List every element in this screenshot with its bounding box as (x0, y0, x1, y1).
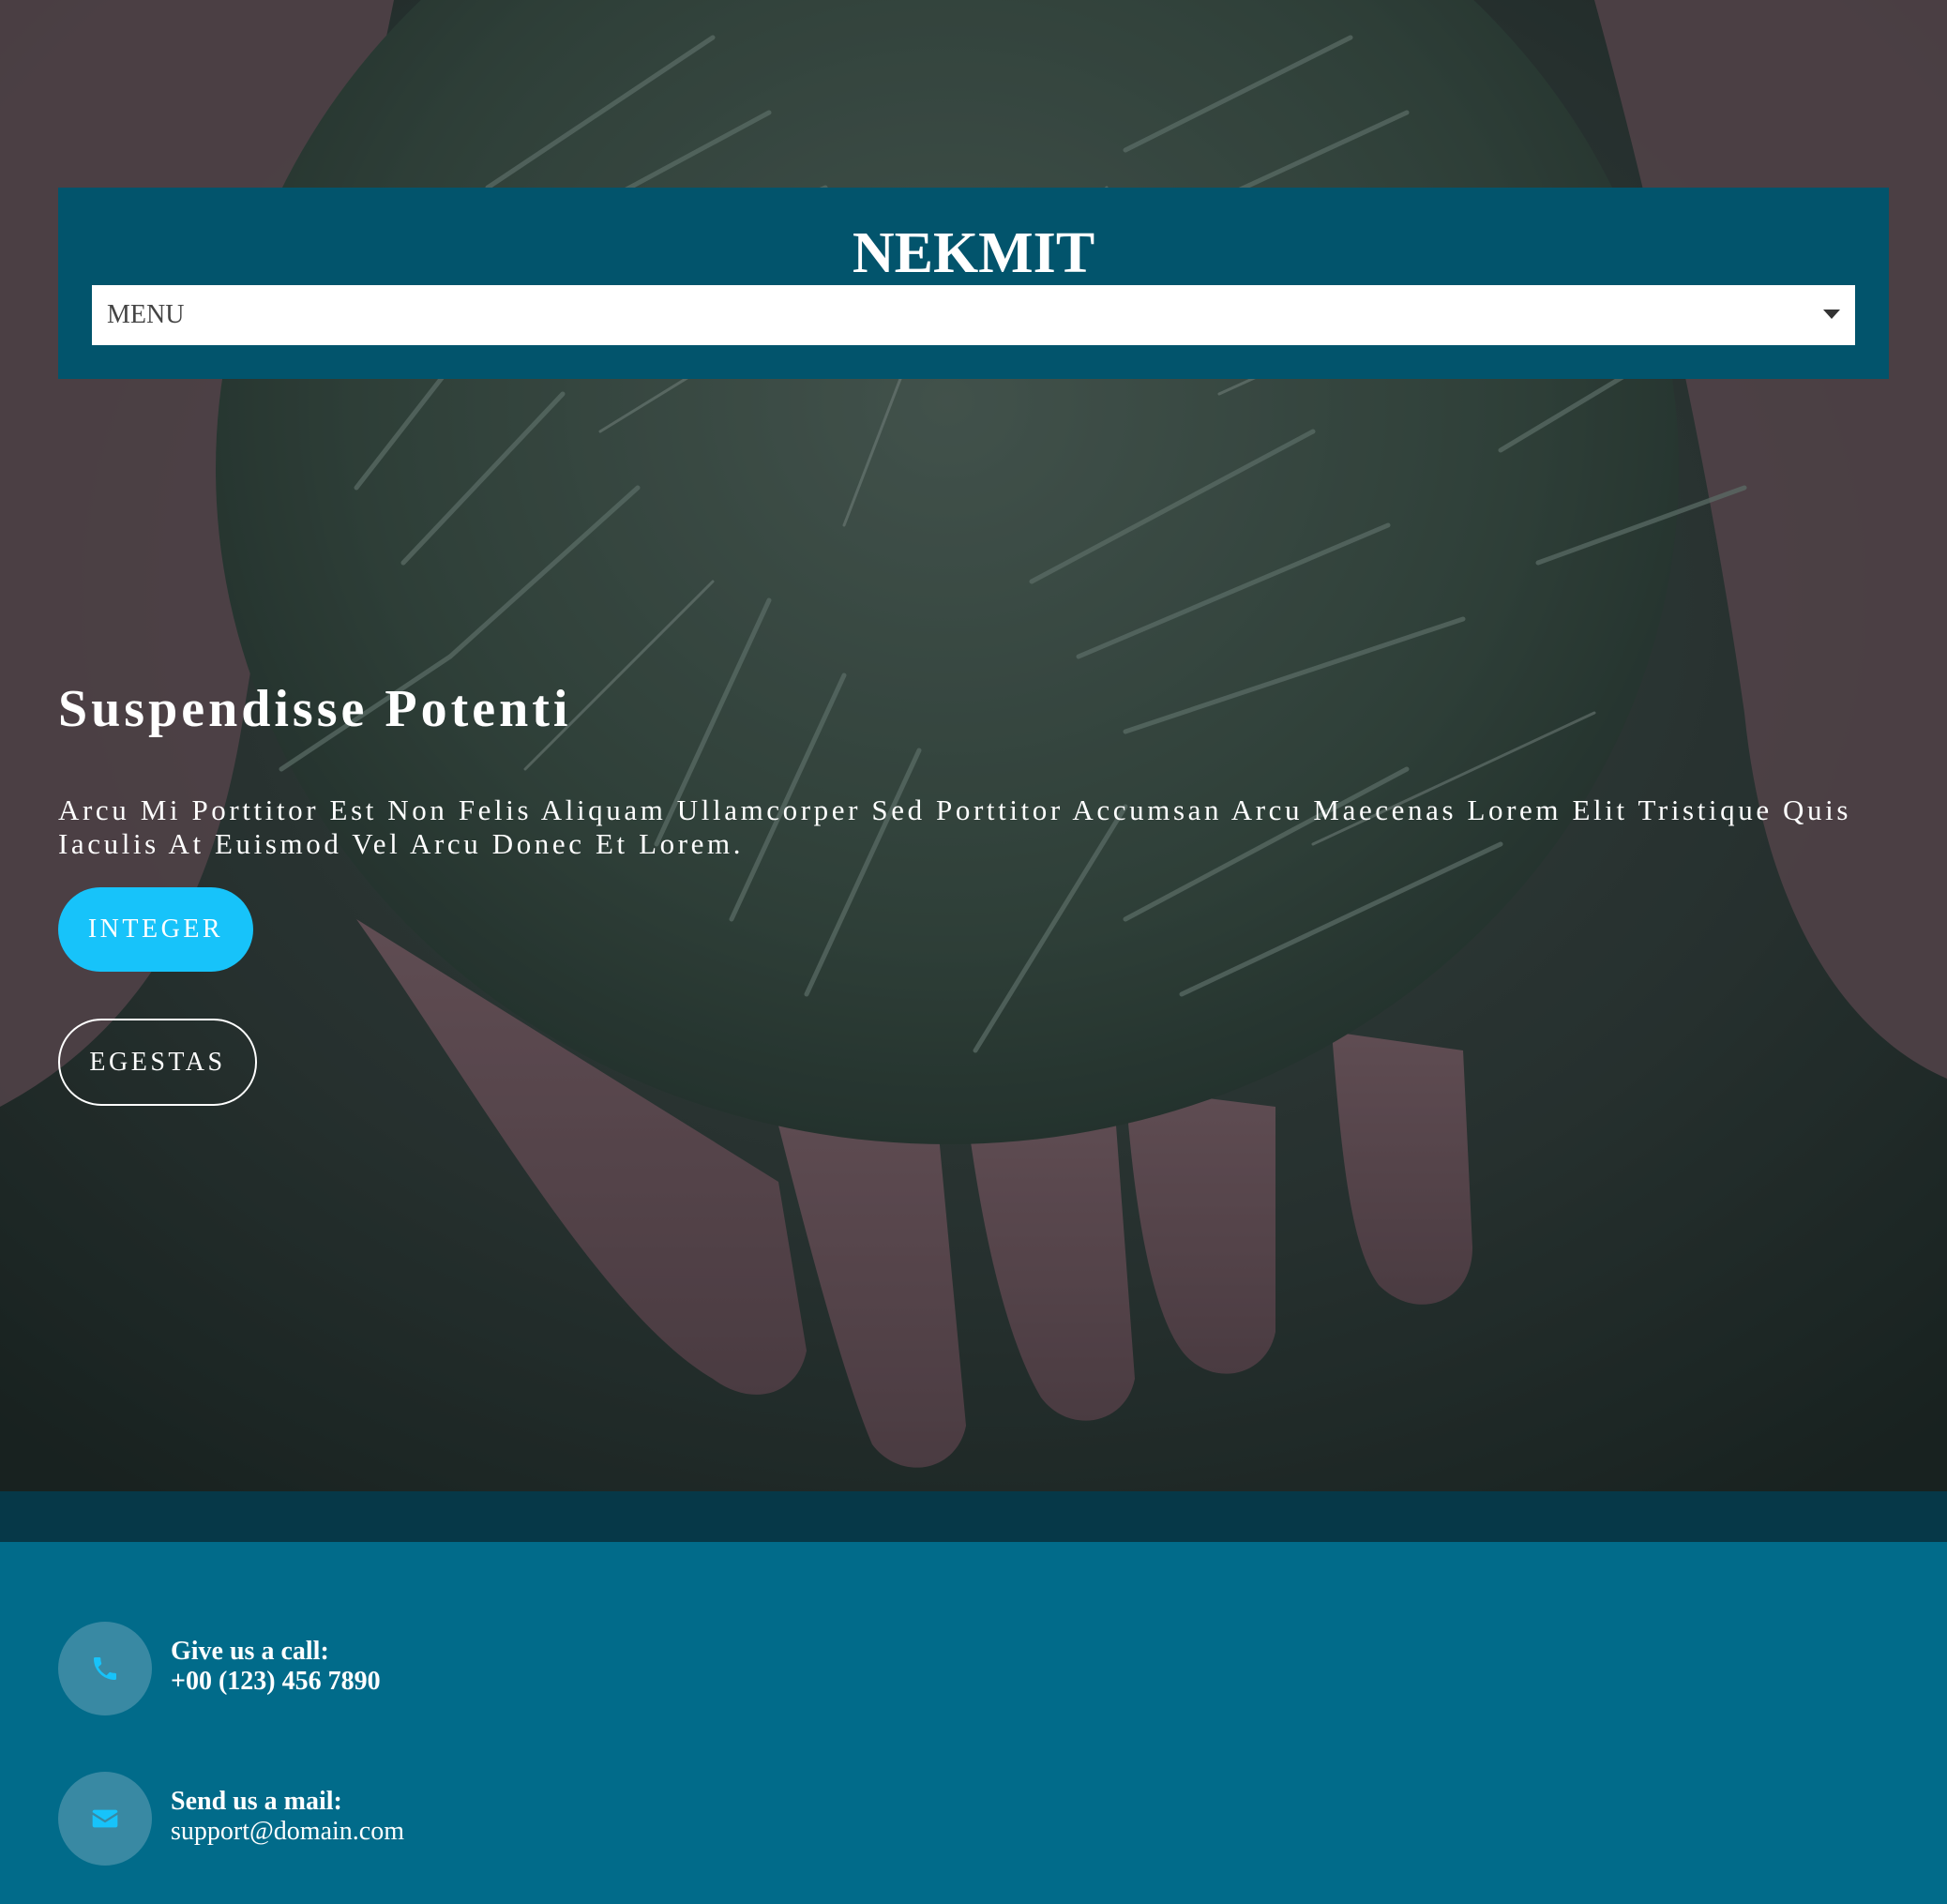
contact-section: Give us a call: +00 (123) 456 7890 Send … (0, 1542, 1947, 1904)
phone-icon (94, 1657, 116, 1680)
envelope-icon (92, 1809, 118, 1828)
mail-label: Send us a mail: (171, 1787, 342, 1816)
call-label: Give us a call: (171, 1637, 329, 1666)
caret-down-icon (1823, 310, 1840, 319)
hero-title: Suspendisse Potenti (58, 680, 572, 738)
contact-call: Give us a call: +00 (123) 456 7890 (58, 1622, 715, 1715)
contact-mail: Send us a mail: support@domain.com (58, 1772, 715, 1866)
integer-button[interactable]: INTEGER (58, 887, 253, 972)
menu-dropdown[interactable]: MENU (92, 285, 1855, 345)
menu-label: MENU (107, 300, 185, 329)
site-logo[interactable]: NEKMIT (58, 216, 1889, 291)
phone-icon-circle (58, 1622, 152, 1715)
email-address[interactable]: support@domain.com (171, 1817, 404, 1847)
egestas-button[interactable]: EGESTAS (58, 1019, 257, 1106)
hero-section: NEKMIT MENU Suspendisse Potenti Arcu Mi … (0, 0, 1947, 1491)
envelope-icon-circle (58, 1772, 152, 1866)
divider-band (0, 1491, 1947, 1542)
phone-number[interactable]: +00 (123) 456 7890 (171, 1667, 381, 1697)
site-header: NEKMIT MENU (58, 188, 1889, 379)
hero-description: Arcu Mi Porttitor Est Non Felis Aliquam … (58, 793, 1851, 860)
